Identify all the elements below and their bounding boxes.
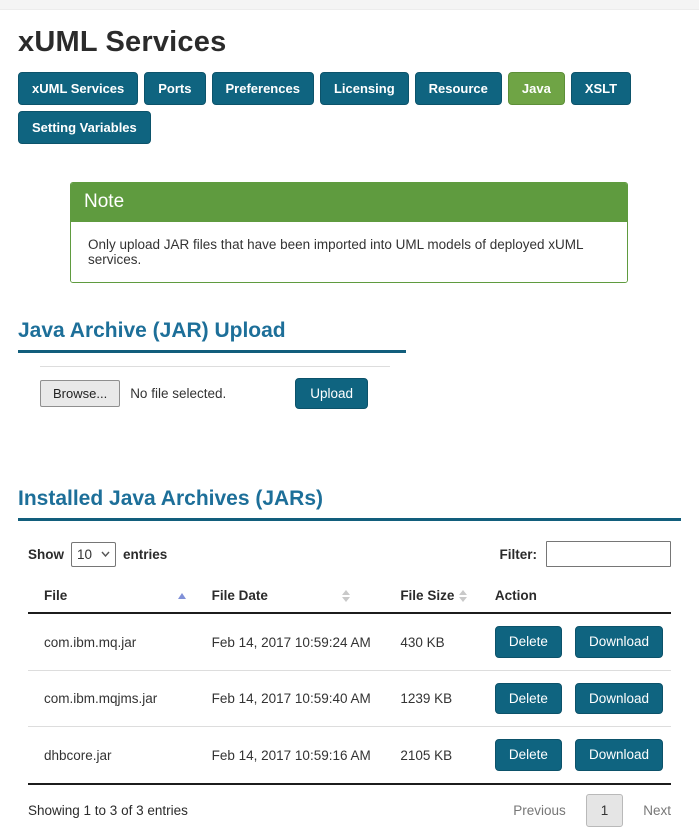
tab-xslt[interactable]: XSLT [571,72,631,105]
column-header-file-label: File [44,588,67,603]
file-name-cell: dhbcore.jar [28,727,196,784]
file-date-cell: Feb 14, 2017 10:59:40 AM [196,670,385,727]
filter-label: Filter: [499,547,537,562]
action-cell: Delete Download [495,739,663,771]
tab-ports[interactable]: Ports [144,72,205,105]
note-box: Note Only upload JAR files that have bee… [70,182,628,283]
file-status-text: No file selected. [130,386,226,401]
upload-row: Browse... No file selected. Upload [40,378,390,410]
table-footer: Showing 1 to 3 of 3 entries Previous 1 N… [28,794,671,827]
chevron-down-icon [101,551,110,557]
upload-area: Browse... No file selected. Upload [40,366,390,410]
file-name-cell: com.ibm.mq.jar [28,613,196,670]
column-header-file-size-label: File Size [400,588,454,603]
archives-section-heading: Installed Java Archives (JARs) [18,487,681,521]
archives-table-wrap: Show 10 entries Filter: File [18,541,681,827]
column-header-file-date[interactable]: File Date [196,580,385,613]
note-title: Note [71,183,627,222]
tab-setting-variables[interactable]: Setting Variables [18,111,151,144]
page-container: xUML Services xUML Services Ports Prefer… [0,26,699,827]
download-button[interactable]: Download [575,683,663,715]
table-controls: Show 10 entries Filter: [28,541,671,567]
jar-table: File File Date F [28,580,671,785]
page-title: xUML Services [18,26,681,59]
column-header-action: Action [479,580,671,613]
file-date-cell: Feb 14, 2017 10:59:24 AM [196,613,385,670]
tab-bar: xUML Services Ports Preferences Licensin… [18,72,681,144]
delete-button[interactable]: Delete [495,683,562,715]
filter-group: Filter: [499,541,671,567]
file-size-cell: 430 KB [384,613,479,670]
file-size-cell: 1239 KB [384,670,479,727]
column-header-file-date-label: File Date [212,588,268,603]
table-row: dhbcore.jar Feb 14, 2017 10:59:16 AM 210… [28,727,671,784]
page-size-value: 10 [77,547,92,562]
pagination: Previous 1 Next [513,794,671,827]
previous-page-link[interactable]: Previous [513,803,566,818]
action-cell: Delete Download [495,626,663,658]
upload-divider [40,366,390,367]
note-body-text: Only upload JAR files that have been imp… [71,222,627,282]
sort-ascending-icon [178,593,186,599]
upload-section-heading: Java Archive (JAR) Upload [18,319,406,353]
tab-preferences[interactable]: Preferences [212,72,314,105]
browse-button[interactable]: Browse... [40,380,120,407]
download-button[interactable]: Download [575,739,663,771]
delete-button[interactable]: Delete [495,626,562,658]
table-row: com.ibm.mq.jar Feb 14, 2017 10:59:24 AM … [28,613,671,670]
tab-resource[interactable]: Resource [415,72,502,105]
table-header-row: File File Date F [28,580,671,613]
page-number-button[interactable]: 1 [586,794,624,827]
sort-both-icon [342,590,350,602]
column-header-action-label: Action [495,588,537,603]
next-page-link[interactable]: Next [643,803,671,818]
file-date-cell: Feb 14, 2017 10:59:16 AM [196,727,385,784]
download-button[interactable]: Download [575,626,663,658]
show-label: Show [28,547,64,562]
column-header-file-size[interactable]: File Size [384,580,479,613]
column-header-file[interactable]: File [28,580,196,613]
tab-java[interactable]: Java [508,72,565,105]
sort-both-icon [459,590,467,602]
top-strip [0,0,699,10]
table-row: com.ibm.mqjms.jar Feb 14, 2017 10:59:40 … [28,670,671,727]
delete-button[interactable]: Delete [495,739,562,771]
upload-button[interactable]: Upload [295,378,368,410]
entries-summary: Showing 1 to 3 of 3 entries [28,803,188,818]
entries-label: entries [123,547,167,562]
filter-input[interactable] [546,541,671,567]
file-name-cell: com.ibm.mqjms.jar [28,670,196,727]
action-cell: Delete Download [495,683,663,715]
page-size-select[interactable]: 10 [71,542,116,567]
file-size-cell: 2105 KB [384,727,479,784]
tab-xuml-services[interactable]: xUML Services [18,72,138,105]
tab-licensing[interactable]: Licensing [320,72,409,105]
